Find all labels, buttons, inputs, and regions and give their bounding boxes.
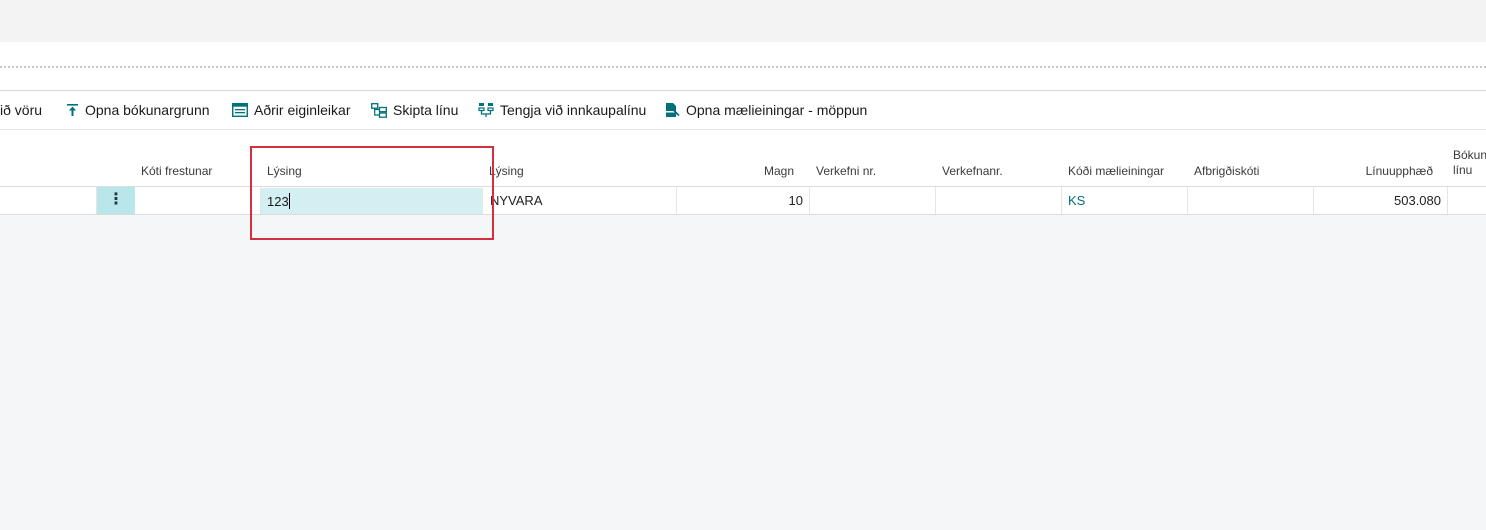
action-label: Opna bókunargrunn <box>85 102 210 118</box>
row-leading-cell <box>0 187 97 214</box>
action-item-label: ið vöru <box>0 102 43 118</box>
properties-icon <box>232 103 248 117</box>
pin-up-icon <box>66 103 79 117</box>
cell-posting[interactable] <box>1448 187 1486 214</box>
unit-mapping-icon <box>665 102 680 118</box>
action-label: Aðrir eiginleikar <box>254 102 351 118</box>
grid-header: Kóti frestunar Lýsing Lýsing Magn Verkef… <box>0 130 1486 186</box>
page: ið vöru Opna bókunargrunn Aðrir eiginlei… <box>0 0 1486 530</box>
column-header-posting-line1: Bókun <box>1453 148 1486 162</box>
column-header-task-no[interactable]: Verkefnanr. <box>942 164 1003 179</box>
action-split-line[interactable]: Skipta línu <box>371 91 458 129</box>
action-link-purchase-line[interactable]: Tengja við innkaupalínu <box>478 91 646 129</box>
action-other-properties[interactable]: Aðrir eiginleikar <box>232 91 350 129</box>
action-bar: ið vöru Opna bókunargrunn Aðrir eiginlei… <box>0 91 1486 129</box>
column-header-unit-code[interactable]: Kóði mælieiningar <box>1068 164 1164 179</box>
link-purchase-icon <box>478 102 494 118</box>
action-label: Tengja við innkaupalínu <box>500 102 647 118</box>
cell-task-no[interactable] <box>936 187 1062 214</box>
table-row: ⋮ NYVARA 10 KS 503.080 <box>0 186 1486 215</box>
cell-description[interactable]: NYVARA <box>484 187 677 214</box>
top-band <box>0 0 1486 42</box>
column-header-quantity[interactable]: Magn <box>700 164 794 179</box>
text-caret <box>289 193 290 209</box>
column-header-posting[interactable]: Bókun línu <box>1453 148 1486 178</box>
dotted-separator <box>0 66 1486 68</box>
action-open-posting-setup[interactable]: Opna bókunargrunn <box>66 91 210 129</box>
column-header-deferral-code[interactable]: Kóti frestunar <box>141 164 212 179</box>
cell-unit-code[interactable]: KS <box>1062 187 1188 214</box>
cell-variant-code[interactable] <box>1188 187 1314 214</box>
split-line-icon <box>371 102 387 118</box>
column-header-variant-code[interactable]: Afbrigðiskóti <box>1194 164 1259 179</box>
cell-description-input[interactable] <box>261 188 483 214</box>
cell-quantity[interactable]: 10 <box>677 187 810 214</box>
column-header-project-no[interactable]: Verkefni nr. <box>816 164 876 179</box>
action-item[interactable]: ið vöru <box>0 91 42 129</box>
cell-deferral-code[interactable] <box>135 187 261 214</box>
action-label: Opna mælieiningar - möppun <box>686 102 868 118</box>
action-open-unit-mapping[interactable]: Opna mælieiningar - möppun <box>665 91 867 129</box>
row-menu-button[interactable]: ⋮ <box>97 187 135 214</box>
cell-project-no[interactable] <box>810 187 936 214</box>
column-header-line-amount[interactable]: Línuupphæð <box>1330 164 1433 179</box>
cell-line-amount[interactable]: 503.080 <box>1314 187 1448 214</box>
action-label: Skipta línu <box>393 102 459 118</box>
column-header-posting-line2: línu <box>1453 163 1473 177</box>
column-header-description[interactable]: Lýsing <box>489 164 524 179</box>
column-header-description-edit[interactable]: Lýsing <box>267 164 302 179</box>
